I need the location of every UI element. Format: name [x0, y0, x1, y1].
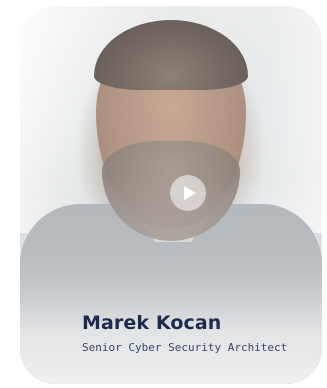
play-icon — [183, 186, 196, 200]
person-role: Senior Cyber Security Architect — [82, 341, 288, 354]
person-name: Marek Kocan — [82, 312, 222, 334]
profile-video-card[interactable]: Marek Kocan Senior Cyber Security Archit… — [20, 6, 322, 384]
play-button[interactable] — [170, 175, 206, 211]
